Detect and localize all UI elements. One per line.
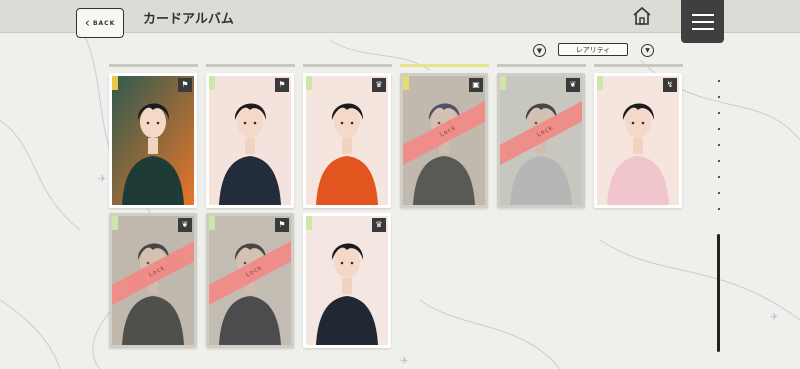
album-card[interactable]: Lock ❦ [497,73,585,208]
scroll-dot [718,160,720,162]
gift-icon: ▣ [469,78,483,92]
album-card[interactable]: ⚑ [109,73,197,208]
crown-icon: ♛ [372,78,386,92]
album-card[interactable]: Lock ▣ [400,73,488,208]
card-artwork [306,216,388,345]
back-button[interactable]: ‹ BACK [76,8,124,38]
flag-icon: ⚑ [275,78,289,92]
leaf-icon: ❦ [178,218,192,232]
scroll-dot [718,96,720,98]
album-card[interactable]: Lock ❦ [109,213,197,348]
flag-icon: ⚑ [178,78,192,92]
scroll-dot [718,128,720,130]
rarity-accent [500,76,506,90]
rarity-accent [209,216,215,230]
rarity-accent [306,76,312,90]
shelf-line [109,64,198,67]
scroll-dot [718,208,720,210]
rarity-accent [597,76,603,90]
back-label: BACK [92,19,116,27]
leaf-icon: ❦ [566,78,580,92]
album-card[interactable]: Lock ⚑ [206,213,294,348]
scroll-dot [718,144,720,146]
bolt-icon: ↯ [663,78,677,92]
card-artwork [209,76,291,205]
scroll-dot [718,192,720,194]
svg-text:✈: ✈ [98,174,106,185]
shelf-line [303,64,392,67]
lock-label: Lock [438,123,458,139]
album-card[interactable]: ♛ [303,213,391,348]
album-card[interactable]: ⚑ [206,73,294,208]
lock-label: Lock [535,123,555,139]
lock-label: Lock [244,263,264,279]
card-artwork [112,76,194,205]
crown-icon: ♛ [372,218,386,232]
scroll-dot [718,112,720,114]
rarity-filter-dropdown[interactable]: レアリティ [558,43,628,56]
scrollbar-thumb[interactable] [717,234,720,352]
scroll-dot [718,176,720,178]
shelf-line [400,64,489,67]
lock-label: Lock [147,263,167,279]
svg-text:✈: ✈ [770,312,778,323]
hamburger-menu-icon[interactable] [681,0,724,43]
shelf-line [206,64,295,67]
chevron-down-icon[interactable]: ▼ [641,44,654,57]
svg-text:✈: ✈ [400,356,408,367]
sort-icon[interactable]: ▼ [533,44,546,57]
card-artwork [306,76,388,205]
shelf-line [594,64,683,67]
rarity-accent [112,216,118,230]
flag-icon: ⚑ [275,218,289,232]
page-title: カードアルバム [143,12,234,27]
rarity-accent [209,76,215,90]
chevron-left-icon: ‹ [84,15,90,31]
shelf-line [497,64,586,67]
filter-selected-label: レアリティ [575,45,611,54]
home-icon[interactable] [631,5,653,27]
rarity-accent [403,76,409,90]
album-card[interactable]: ↯ [594,73,682,208]
rarity-accent [306,216,312,230]
rarity-accent [112,76,118,90]
album-card[interactable]: ♛ [303,73,391,208]
scroll-dot [718,80,720,82]
card-artwork [597,76,679,205]
